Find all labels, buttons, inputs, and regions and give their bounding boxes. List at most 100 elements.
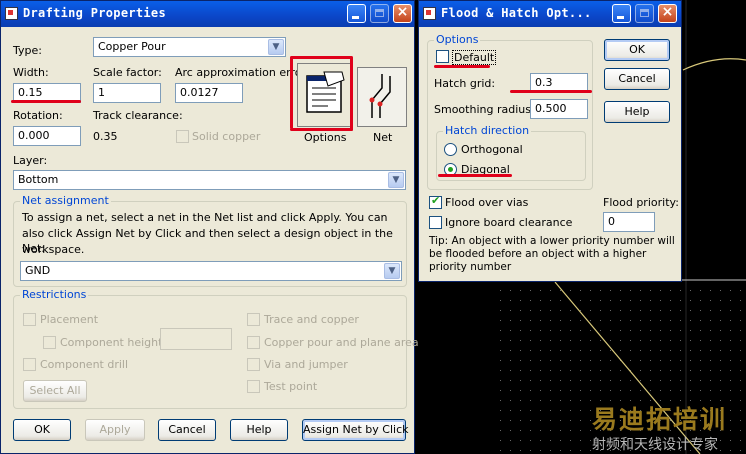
chevron-down-icon[interactable]: ▼ <box>388 172 404 188</box>
via-jumper-checkbox[interactable] <box>247 358 260 371</box>
orthogonal-radio[interactable] <box>444 143 457 156</box>
test-point-label: Test point <box>264 380 318 393</box>
net-combo[interactable]: GND ▼ <box>20 261 402 281</box>
arc-approx-input[interactable]: 0.0127 <box>175 83 243 103</box>
annotation-box-top <box>290 56 352 59</box>
scale-factor-label: Scale factor: <box>93 66 162 79</box>
chevron-down-icon[interactable]: ▼ <box>268 39 284 55</box>
flood-over-vias-label: Flood over vias <box>445 196 529 209</box>
minimize-button[interactable] <box>347 4 366 23</box>
via-jumper-label: Via and jumper <box>264 358 348 371</box>
net-value: GND <box>25 264 51 277</box>
default-label: Default <box>452 50 497 65</box>
window-app-icon <box>5 7 18 20</box>
options-button[interactable] <box>297 63 353 127</box>
hatch-direction-title: Hatch direction <box>443 124 532 137</box>
width-label: Width: <box>13 66 49 79</box>
watermark: 易迪拓培训 射频和天线设计专家 <box>592 400 742 454</box>
maximize-icon <box>375 9 384 17</box>
watermark-line2: 射频和天线设计专家 <box>592 437 718 453</box>
net-button[interactable] <box>357 67 407 127</box>
ignore-board-clearance-checkbox[interactable] <box>429 216 442 229</box>
trace-copper-checkbox[interactable] <box>247 313 260 326</box>
net-assignment-group: Net assignment To assign a net, select a… <box>13 194 407 287</box>
copper-pour-plane-checkbox[interactable] <box>247 336 260 349</box>
drafting-title-bar[interactable]: Drafting Properties × <box>1 1 414 27</box>
flood-title-bar[interactable]: Flood & Hatch Opt... × <box>419 1 681 27</box>
solid-copper-label: Solid copper <box>192 130 261 143</box>
flood-options-title: Options <box>434 33 481 46</box>
select-all-button[interactable]: Select All <box>23 380 87 402</box>
annotation-box-right <box>350 56 353 131</box>
annotation-box-left <box>290 57 293 129</box>
scale-factor-input[interactable]: 1 <box>93 83 161 103</box>
orthogonal-label: Orthogonal <box>461 143 523 156</box>
net-icon <box>369 74 391 118</box>
close-button[interactable]: × <box>658 4 677 23</box>
net-assignment-title: Net assignment <box>20 194 111 207</box>
solid-copper-checkbox[interactable] <box>176 130 189 143</box>
smoothing-radius-input[interactable]: 0.500 <box>530 99 588 119</box>
chevron-down-icon[interactable]: ▼ <box>384 263 400 279</box>
maximize-button[interactable] <box>635 4 654 23</box>
trace-copper-label: Trace and copper <box>264 313 359 326</box>
component-height-input[interactable] <box>160 328 232 350</box>
maximize-button[interactable] <box>370 4 389 23</box>
layer-combo[interactable]: Bottom ▼ <box>13 170 406 190</box>
flood-priority-label: Flood priority: <box>603 196 679 209</box>
maximize-icon <box>640 9 649 17</box>
default-checkbox[interactable] <box>436 50 449 63</box>
placement-checkbox[interactable] <box>23 313 36 326</box>
flood-help-button[interactable]: Help <box>604 101 670 123</box>
copper-pour-plane-label: Copper pour and plane area <box>264 336 419 349</box>
close-icon: × <box>396 4 409 20</box>
drafting-ok-button[interactable]: OK <box>13 419 71 441</box>
annotation-underline-hatch-grid <box>510 90 592 93</box>
component-drill-label: Component drill <box>40 358 129 371</box>
restrictions-group: Restrictions Placement Component height … <box>13 288 419 409</box>
track-clearance-label: Track clearance: <box>93 109 183 122</box>
options-label: Options <box>304 131 347 144</box>
placement-label: Placement <box>40 313 99 326</box>
watermark-line1: 易迪拓培训 <box>592 405 728 434</box>
hatch-grid-label: Hatch grid: <box>434 77 496 90</box>
minimize-button[interactable] <box>612 4 631 23</box>
options-icon <box>306 71 345 113</box>
flood-cancel-button[interactable]: Cancel <box>604 68 670 90</box>
net-assignment-text: To assign a net, select a net in the Net… <box>22 211 393 256</box>
net-button-label: Net <box>373 131 393 144</box>
ignore-board-clearance-label: Ignore board clearance <box>445 216 573 229</box>
smoothing-radius-label: Smoothing radius: <box>434 103 535 116</box>
flood-priority-input[interactable]: 0 <box>603 212 655 232</box>
apply-button[interactable]: Apply <box>85 419 145 441</box>
component-drill-checkbox[interactable] <box>23 358 36 371</box>
minimize-icon <box>352 16 359 19</box>
restrictions-title: Restrictions <box>20 288 89 301</box>
annotation-underline-diagonal <box>438 174 512 177</box>
layer-label: Layer: <box>13 154 48 167</box>
type-value: Copper Pour <box>98 40 166 53</box>
rotation-label: Rotation: <box>13 109 63 122</box>
tip-text: Tip: An object with a lower priority num… <box>429 235 675 273</box>
type-combo[interactable]: Copper Pour ▼ <box>93 37 286 57</box>
minimize-icon <box>617 16 624 19</box>
drafting-help-button[interactable]: Help <box>230 419 288 441</box>
flood-ok-button[interactable]: OK <box>604 39 670 61</box>
assign-net-by-click-button[interactable]: Assign Net by Click <box>302 419 409 441</box>
flood-options-group: Options Default Hatch grid: 0.3 Smoothin… <box>427 33 593 190</box>
component-height-checkbox[interactable] <box>43 336 56 349</box>
flood-hatch-dialog: Flood & Hatch Opt... × Options Default H… <box>418 0 682 282</box>
close-button[interactable]: × <box>393 4 412 23</box>
flood-over-vias-checkbox[interactable] <box>429 194 442 209</box>
rotation-input[interactable]: 0.000 <box>13 126 81 146</box>
annotation-underline-width <box>11 100 81 103</box>
type-label: Type: <box>13 44 42 57</box>
window-app-icon <box>423 7 436 20</box>
drafting-cancel-button[interactable]: Cancel <box>158 419 216 441</box>
test-point-checkbox[interactable] <box>247 380 260 393</box>
track-clearance-value: 0.35 <box>93 130 118 143</box>
drafting-properties-dialog: Drafting Properties × Type: Copper Pour … <box>0 0 419 454</box>
layer-value: Bottom <box>18 173 59 186</box>
component-height-label: Component height <box>60 336 163 349</box>
flood-title: Flood & Hatch Opt... <box>441 6 592 20</box>
